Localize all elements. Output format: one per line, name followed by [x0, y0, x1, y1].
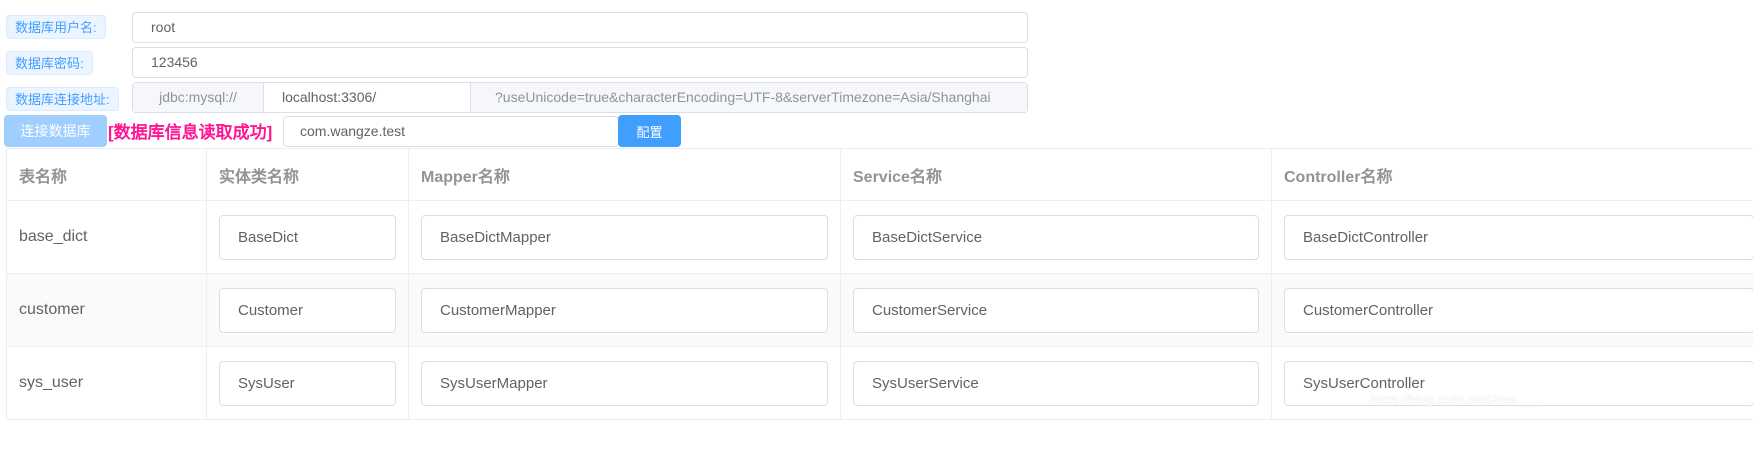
mapper-input[interactable]: BaseDictMapper — [421, 214, 828, 260]
config-button[interactable]: 配置 — [618, 115, 681, 147]
password-label: 数据库密码: — [6, 51, 93, 75]
service-input[interactable]: SysUserService — [853, 360, 1259, 406]
table-name: base_dict — [6, 200, 207, 274]
controller-input[interactable]: CustomerController — [1284, 287, 1753, 333]
url-label: 数据库连接地址: — [6, 87, 119, 111]
password-input[interactable]: 123456 — [132, 47, 1028, 78]
status-message: [数据库信息读取成功] — [108, 123, 273, 142]
header-table-name: 表名称 — [6, 148, 207, 201]
mapping-table: 表名称 实体类名称 Mapper名称 Service名称 Controller名… — [6, 148, 1753, 420]
url-input-group: jdbc:mysql:// localhost:3306/ ?useUnicod… — [132, 82, 1028, 113]
table-name: sys_user — [6, 346, 207, 420]
watermark: https://blog.csdn.net/Ares___ — [1370, 392, 1539, 407]
header-controller-name: Controller名称 — [1271, 148, 1753, 201]
service-input[interactable]: BaseDictService — [853, 214, 1259, 260]
username-input[interactable]: root — [132, 12, 1028, 43]
username-label: 数据库用户名: — [6, 15, 106, 39]
controller-input[interactable]: BaseDictController — [1284, 214, 1753, 260]
url-suffix: ?useUnicode=true&characterEncoding=UTF-8… — [470, 83, 1027, 112]
entity-input[interactable]: Customer — [219, 287, 396, 333]
url-prefix: jdbc:mysql:// — [133, 83, 264, 112]
entity-input[interactable]: BaseDict — [219, 214, 396, 260]
table-name: customer — [6, 273, 207, 347]
table-header: 表名称 实体类名称 Mapper名称 Service名称 Controller名… — [6, 148, 1753, 201]
connect-database-button[interactable]: 连接数据库 — [4, 115, 107, 147]
service-input[interactable]: CustomerService — [853, 287, 1259, 333]
table-row: base_dict BaseDict BaseDictMapper BaseDi… — [6, 200, 1753, 274]
mapper-input[interactable]: SysUserMapper — [421, 360, 828, 406]
table-row: customer Customer CustomerMapper Custome… — [6, 273, 1753, 347]
entity-input[interactable]: SysUser — [219, 360, 396, 406]
package-input[interactable]: com.wangze.test — [283, 116, 619, 147]
header-entity-name: 实体类名称 — [206, 148, 409, 201]
mapper-input[interactable]: CustomerMapper — [421, 287, 828, 333]
header-mapper-name: Mapper名称 — [408, 148, 841, 201]
table-row: sys_user SysUser SysUserMapper SysUserSe… — [6, 346, 1753, 420]
url-host-input[interactable]: localhost:3306/ — [264, 83, 470, 112]
header-service-name: Service名称 — [840, 148, 1272, 201]
